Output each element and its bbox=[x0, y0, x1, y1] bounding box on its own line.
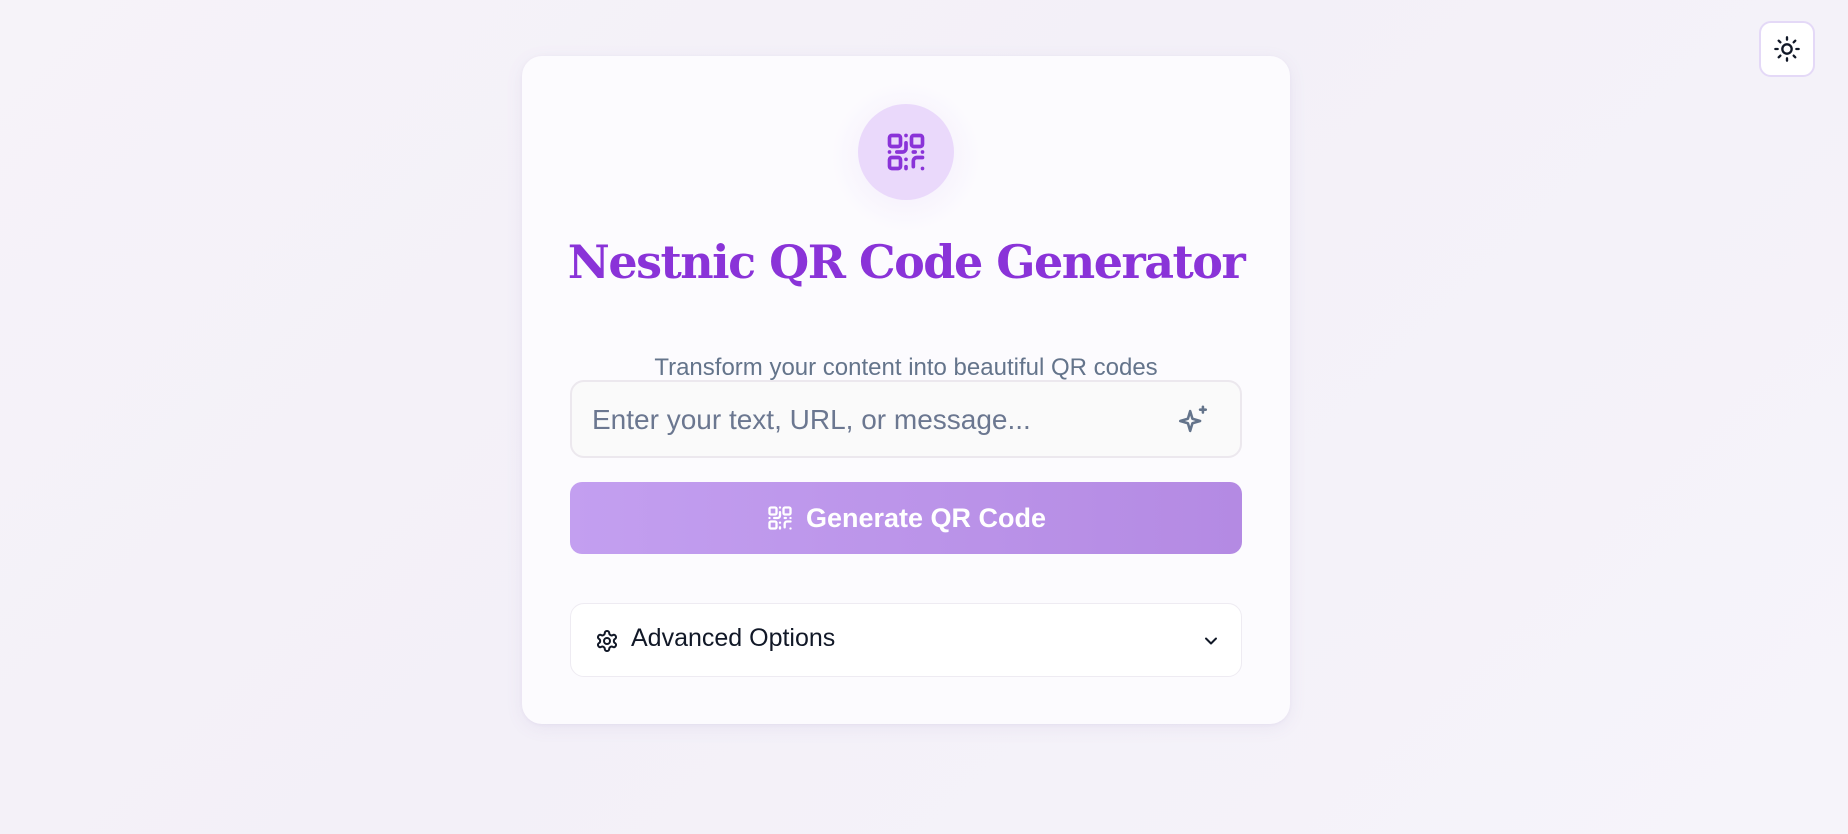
gear-icon bbox=[597, 630, 617, 652]
sun-icon bbox=[1774, 36, 1800, 62]
advanced-options-toggle[interactable]: Advanced Options bbox=[570, 603, 1242, 677]
generate-qr-button-label: Generate QR Code bbox=[805, 502, 1047, 533]
logo bbox=[858, 104, 954, 200]
advanced-options-label: Advanced Options bbox=[631, 624, 836, 652]
sparkle-icon[interactable] bbox=[1176, 404, 1210, 438]
content-input-field bbox=[570, 380, 1242, 458]
qr-code-icon bbox=[887, 133, 925, 171]
theme-toggle-button[interactable] bbox=[1759, 21, 1815, 77]
page-title: Nestnic QR Code Generator bbox=[567, 235, 1246, 289]
qr-code-icon bbox=[768, 506, 792, 530]
chevron-down-icon bbox=[1205, 637, 1217, 645]
content-input[interactable] bbox=[590, 382, 1154, 458]
generator-card: Nestnic QR Code Generator Transform your… bbox=[522, 56, 1290, 724]
generate-qr-button[interactable]: Generate QR Code bbox=[570, 482, 1242, 554]
page-subtitle: Transform your content into beautiful QR… bbox=[654, 354, 1158, 381]
